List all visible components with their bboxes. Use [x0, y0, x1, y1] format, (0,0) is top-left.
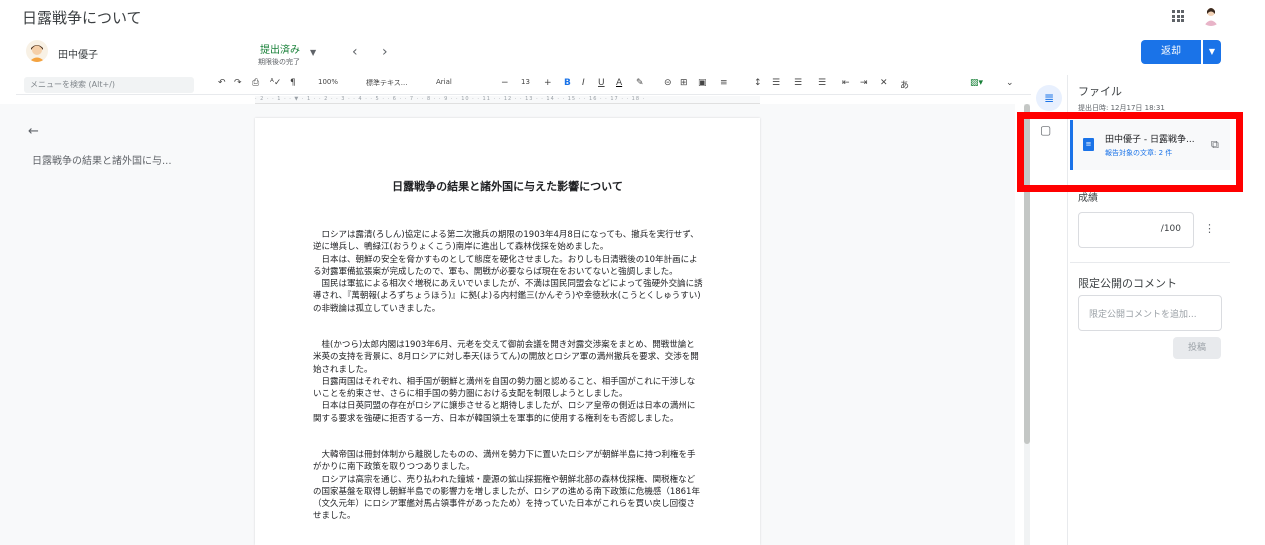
numbered-list-icon[interactable]: ☰ — [818, 78, 826, 88]
font-select[interactable]: Arial — [436, 78, 452, 86]
zoom-select[interactable]: 100% — [318, 78, 338, 86]
document-title: 日露戦争の結果と諸外国に与えた影響について — [392, 180, 623, 193]
student-name: 田中優子 — [58, 50, 98, 61]
comment-icon[interactable]: ⊞ — [680, 78, 688, 88]
highlight-icon[interactable]: ✎ — [636, 78, 644, 88]
account-avatar[interactable] — [1200, 4, 1222, 26]
student-bar: 田中優子 提出済み 期限後の完了 ▼ ‹ › — [0, 36, 1265, 72]
document-paragraph: 大韓帝国は冊封体制から離脱したものの、満州を勢力下に置いたロシアが朝鮮半島に持つ… — [313, 450, 700, 522]
decrease-indent-icon[interactable]: ⇤ — [842, 78, 850, 88]
grade-input[interactable]: /100 — [1078, 212, 1194, 248]
undo-icon[interactable]: ↶ — [218, 78, 226, 88]
back-arrow-icon[interactable]: ← — [28, 124, 39, 139]
private-comment-input[interactable]: 限定公開コメントを追加... — [1078, 295, 1222, 331]
spellcheck-icon[interactable]: ᴬ✓ — [270, 78, 281, 88]
input-tools-button[interactable]: あ — [900, 78, 909, 91]
style-select[interactable]: 標準テキス... — [366, 78, 407, 88]
status-sub-label: 期限後の完了 — [258, 58, 300, 66]
italic-button[interactable]: I — [582, 78, 585, 88]
editor-toolbar: メニューを検索 (Alt+/) ↶ ↷ ⎙ ᴬ✓ ¶ 100% 標準テキス...… — [16, 75, 1031, 95]
divider — [1070, 262, 1230, 263]
text-color-button[interactable]: A — [616, 78, 622, 88]
submission-status: 提出済み 期限後の完了 — [250, 41, 300, 67]
outline-item[interactable]: 日露戦争の結果と諸外国に与... — [32, 152, 172, 167]
files-heading: ファイル — [1078, 85, 1122, 98]
file-panel-icon[interactable]: ≣ — [1036, 85, 1062, 111]
bold-button[interactable]: B — [564, 78, 571, 88]
underline-button[interactable]: U — [598, 78, 605, 88]
return-button[interactable]: 返却 — [1141, 40, 1201, 64]
top-bar: 日露戦争について — [0, 0, 1265, 36]
status-label: 提出済み — [260, 45, 300, 56]
previous-student-button[interactable]: ‹ — [352, 44, 358, 60]
align-icon[interactable]: ≡ — [720, 78, 728, 88]
document-paragraph: ロシアは露清(ろしん)協定による第二次撤兵の期限の1903年4月8日になっても、… — [313, 230, 703, 314]
page-title: 日露戦争について — [22, 9, 142, 27]
image-icon[interactable]: ▣ — [698, 78, 707, 88]
student-avatar — [26, 40, 48, 62]
post-comment-button[interactable]: 投稿 — [1173, 337, 1221, 359]
ruler[interactable]: · 2 · · 1 · · ▼ · 1 · · 2 · · 3 · · 4 · … — [255, 96, 760, 104]
return-dropdown-button[interactable]: ▼ — [1203, 40, 1221, 64]
decrease-font-size-button[interactable]: − — [501, 78, 509, 88]
outline-panel: ← 日露戦争の結果と諸外国に与... — [0, 104, 255, 545]
private-comment-label: 限定公開のコメント — [1078, 277, 1177, 290]
print-icon[interactable]: ⎙ — [252, 78, 259, 88]
document-page[interactable]: 日露戦争の結果と諸外国に与えた影響について ロシアは露清(ろしん)協定による第二… — [255, 118, 760, 545]
grade-max: /100 — [1160, 224, 1181, 234]
menu-search-input[interactable]: メニューを検索 (Alt+/) — [24, 77, 194, 93]
line-spacing-icon[interactable]: ↕ — [754, 78, 762, 88]
student-dropdown-icon[interactable]: ▼ — [310, 48, 316, 57]
paint-format-icon[interactable]: ¶ — [290, 78, 296, 88]
link-icon[interactable]: ⊝ — [664, 78, 672, 88]
edit-mode-icon[interactable]: ▨▾ — [970, 78, 983, 88]
redo-icon[interactable]: ↷ — [234, 78, 242, 88]
increase-font-size-button[interactable]: + — [544, 78, 552, 88]
collapse-toolbar-icon[interactable]: ⌄ — [1006, 78, 1014, 88]
checklist-icon[interactable]: ☰ — [772, 78, 780, 88]
clear-format-icon[interactable]: ✕ — [880, 78, 888, 88]
more-options-icon[interactable]: ⋮ — [1204, 222, 1215, 235]
apps-grid-icon[interactable] — [1172, 10, 1184, 22]
font-size-input[interactable]: 13 — [521, 78, 530, 86]
increase-indent-icon[interactable]: ⇥ — [860, 78, 868, 88]
highlight-box — [1017, 112, 1243, 192]
document-paragraph: 桂(かつら)太郎内閣は1903年6月、元老を交えて御前会議を開き対露交渉案をまと… — [313, 340, 699, 424]
bullet-list-icon[interactable]: ☰ — [794, 78, 802, 88]
next-student-button[interactable]: › — [382, 44, 388, 60]
